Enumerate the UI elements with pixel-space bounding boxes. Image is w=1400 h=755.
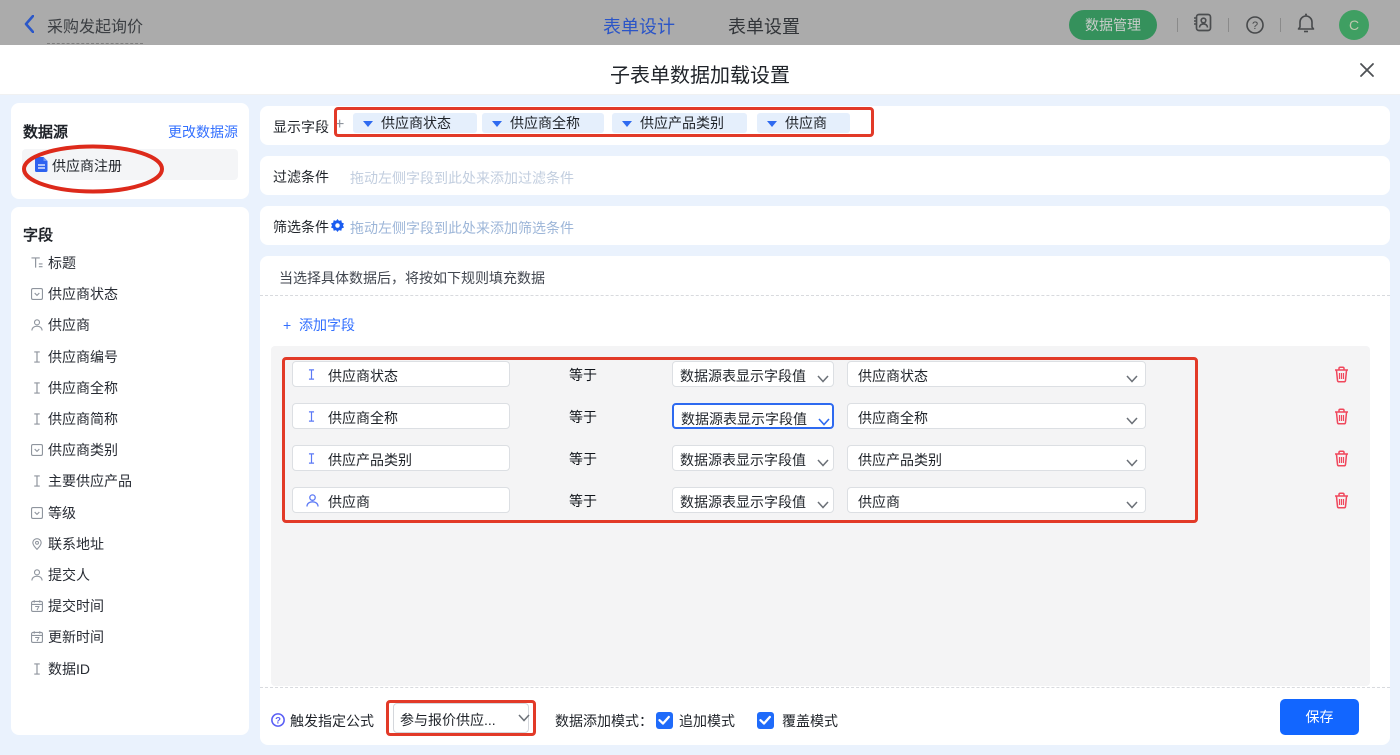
svg-text:?: ? [275, 716, 281, 727]
svg-text:?: ? [1252, 20, 1258, 32]
